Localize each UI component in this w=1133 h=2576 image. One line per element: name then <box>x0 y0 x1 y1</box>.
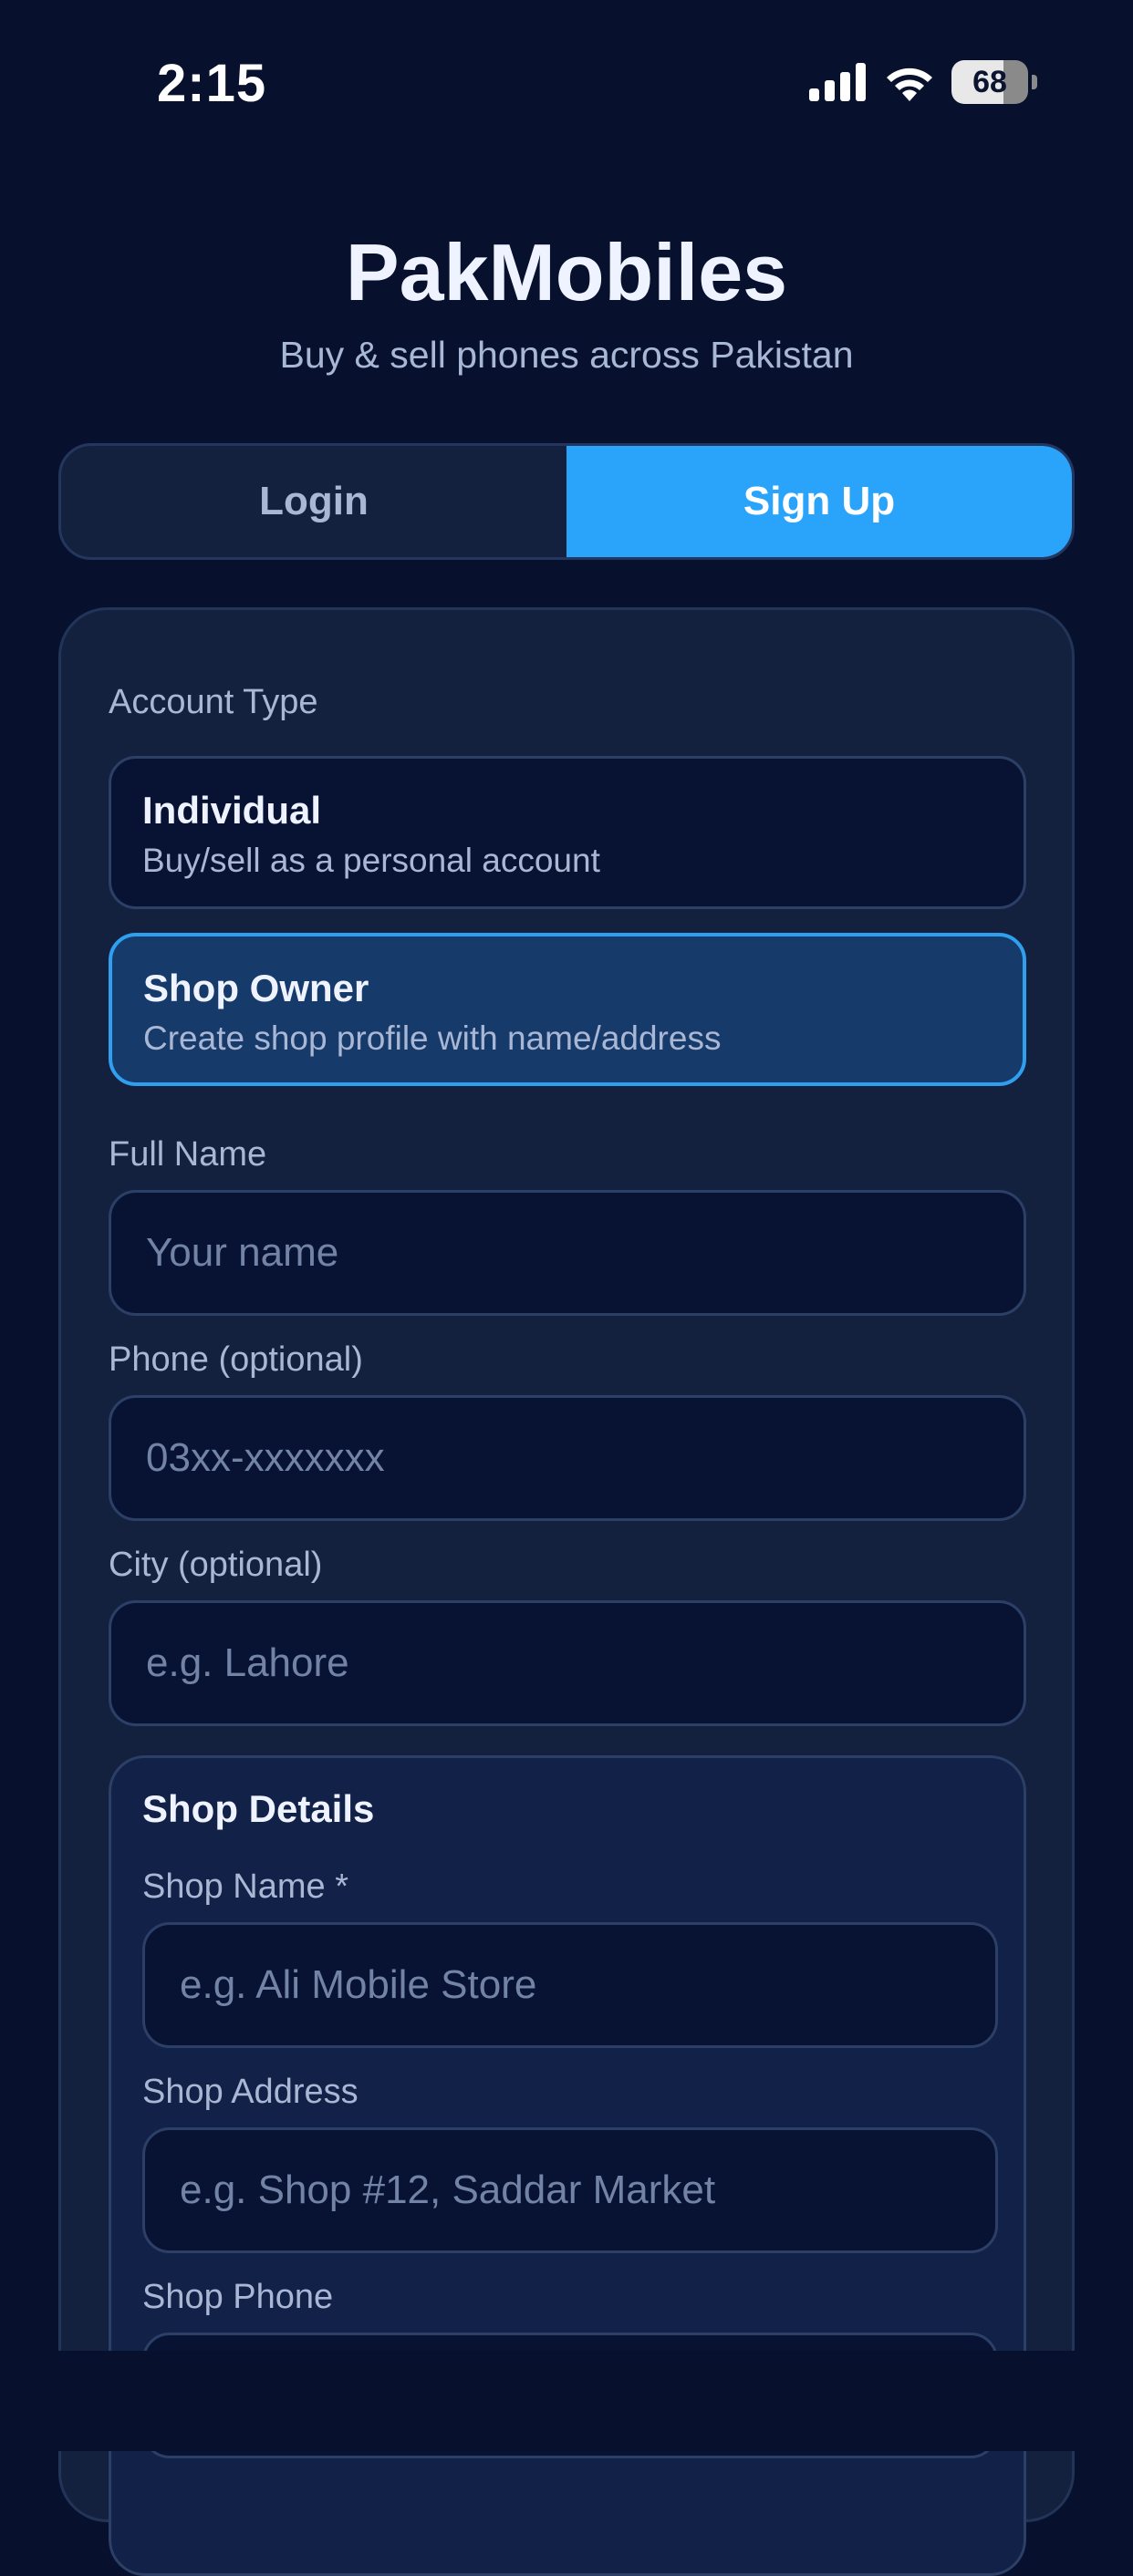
shop-phone-label: Shop Phone <box>142 2278 334 2316</box>
shop-name-label: Shop Name * <box>142 1867 349 1906</box>
account-type-label: Account Type <box>109 683 318 721</box>
option-title: Individual <box>142 789 322 832</box>
app-subtitle: Buy & sell phones across Pakistan <box>279 334 854 376</box>
status-icons: 68 <box>809 60 1037 104</box>
phone-input[interactable] <box>109 1395 1026 1521</box>
status-time: 2:15 <box>157 54 267 113</box>
full-name-label: Full Name <box>109 1135 267 1174</box>
phone-label: Phone (optional) <box>109 1340 363 1379</box>
signal-icon <box>809 63 866 101</box>
option-description: Buy/sell as a personal account <box>142 842 600 879</box>
battery-tip <box>1032 75 1037 89</box>
shop-address-input[interactable] <box>142 2127 998 2253</box>
wifi-icon <box>887 67 932 101</box>
option-title: Shop Owner <box>143 967 369 1009</box>
signup-form-card: Account Type Individual Buy/sell as a pe… <box>58 607 1075 2576</box>
shop-address-label: Shop Address <box>142 2073 359 2111</box>
shop-name-input[interactable] <box>142 1922 998 2048</box>
tab-login[interactable]: Login <box>61 446 566 557</box>
shop-details-title: Shop Details <box>142 1787 375 1830</box>
battery-icon: 68 <box>951 60 1028 104</box>
city-input[interactable] <box>109 1600 1026 1726</box>
bottom-edge <box>0 2351 1133 2451</box>
shop-details-section: Shop Details Shop Name * Shop Address Sh… <box>109 1755 1026 2576</box>
status-bar: 2:15 68 <box>0 0 1133 137</box>
option-description: Create shop profile with name/address <box>143 1019 722 1057</box>
full-name-input[interactable] <box>109 1190 1026 1316</box>
tab-signup[interactable]: Sign Up <box>566 446 1072 557</box>
account-type-shop-owner-option[interactable]: Shop Owner Create shop profile with name… <box>109 933 1026 1086</box>
auth-tabs: Login Sign Up <box>58 443 1075 560</box>
app-title: PakMobiles <box>345 227 788 317</box>
city-label: City (optional) <box>109 1546 323 1584</box>
account-type-individual-option[interactable]: Individual Buy/sell as a personal accoun… <box>109 756 1026 909</box>
